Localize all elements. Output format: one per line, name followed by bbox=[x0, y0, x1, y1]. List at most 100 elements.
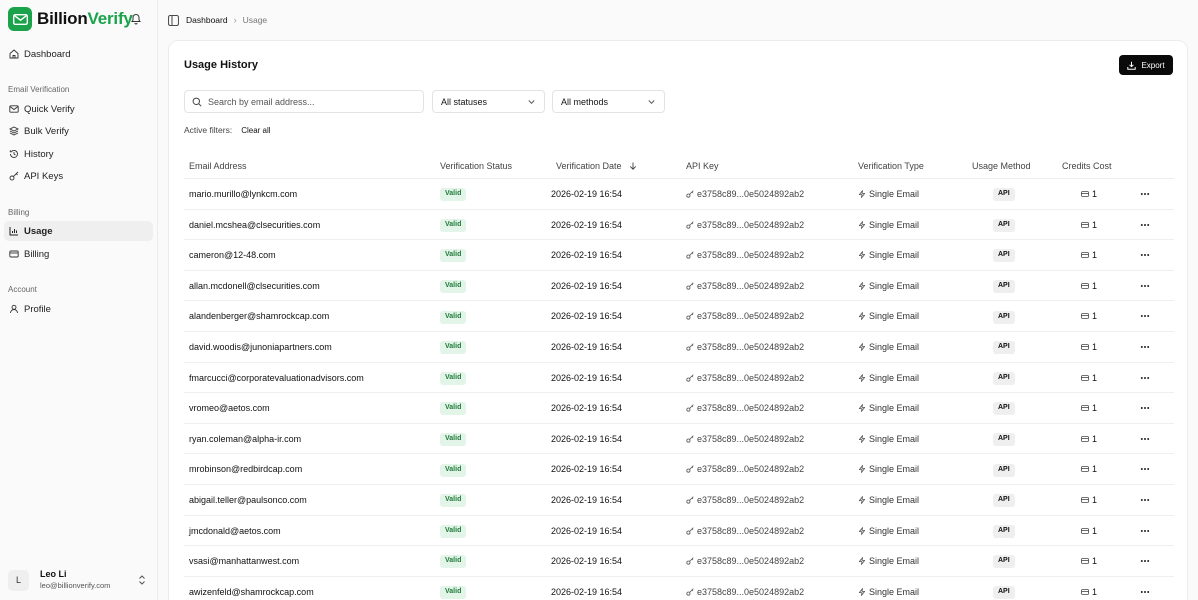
nav-section-account: Account bbox=[8, 285, 37, 294]
more-horizontal-icon[interactable] bbox=[1140, 464, 1150, 474]
credit-card-icon bbox=[1081, 405, 1089, 411]
status-cell: Valid bbox=[440, 332, 467, 362]
credits-value: 1 bbox=[1092, 556, 1098, 567]
table-row[interactable]: daniel.mcshea@clsecurities.com Valid 2026-… bbox=[184, 210, 1174, 241]
api-key-value: e3758c89...0e5024892ab2 bbox=[697, 189, 805, 199]
breadcrumb-dashboard[interactable]: Dashboard bbox=[186, 15, 228, 25]
more-horizontal-icon[interactable] bbox=[1140, 342, 1150, 352]
credit-card-icon bbox=[1081, 466, 1089, 473]
more-horizontal-icon[interactable] bbox=[1140, 434, 1150, 444]
api-key-cell: e3758c89...0e5024892ab2 bbox=[686, 363, 804, 393]
zap-icon bbox=[858, 526, 866, 535]
sidebar-item-history[interactable]: History bbox=[4, 144, 153, 164]
table-row[interactable]: mario.murillo@lynkcm.com Valid 2026-02-19 … bbox=[184, 179, 1174, 210]
table-row[interactable]: allan.mcdonell@clsecurities.com Valid 2026… bbox=[184, 271, 1174, 302]
api-key-cell: e3758c89...0e5024892ab2 bbox=[686, 546, 804, 576]
credits-cell: 1 bbox=[1081, 179, 1097, 209]
api-key-value: e3758c89...0e5024892ab2 bbox=[697, 342, 805, 352]
method-cell: API bbox=[993, 424, 1015, 454]
more-horizontal-icon[interactable] bbox=[1140, 373, 1150, 383]
status-cell: Valid bbox=[440, 393, 467, 423]
api-key-value: e3758c89...0e5024892ab2 bbox=[697, 372, 805, 383]
method-cell: API bbox=[993, 301, 1015, 331]
sidebar-item-label: Quick Verify bbox=[24, 103, 75, 115]
key-icon bbox=[686, 588, 694, 596]
table-row[interactable]: vsasi@manhattanwest.com Valid 2026-02-19 1… bbox=[184, 546, 1174, 577]
status-badge: Valid bbox=[440, 218, 467, 232]
type-cell: Single Email bbox=[858, 363, 919, 393]
column-header-date[interactable]: Verification Date bbox=[556, 154, 637, 178]
table-row[interactable]: awizenfeld@shamrockcap.com Valid 2026-02-1… bbox=[184, 577, 1174, 600]
chevron-right-icon: › bbox=[233, 15, 237, 25]
more-horizontal-icon[interactable] bbox=[1140, 220, 1150, 230]
status-badge: Valid bbox=[440, 188, 467, 202]
key-icon bbox=[686, 496, 694, 504]
column-header-key[interactable]: API Key bbox=[686, 154, 719, 178]
export-button[interactable]: Export bbox=[1119, 55, 1173, 75]
api-key-cell: e3758c89...0e5024892ab2 bbox=[686, 240, 804, 270]
type-value: Single Email bbox=[869, 403, 920, 414]
table-row[interactable]: jmcdonald@aetos.com Valid 2026-02-19 16:54… bbox=[184, 516, 1174, 547]
table-row[interactable]: fmarcucci@corporatevaluationadvisors.com… bbox=[184, 363, 1174, 394]
more-horizontal-icon[interactable] bbox=[1140, 250, 1150, 260]
sidebar-toggle-icon[interactable] bbox=[168, 14, 179, 26]
column-header-method[interactable]: Usage Method bbox=[972, 154, 1031, 178]
column-header-status[interactable]: Verification Status bbox=[440, 154, 512, 178]
sidebar-item-billing[interactable]: Billing bbox=[4, 244, 153, 264]
more-horizontal-icon[interactable] bbox=[1140, 189, 1150, 199]
credits-value: 1 bbox=[1092, 403, 1098, 414]
sidebar-item-usage[interactable]: Usage bbox=[4, 221, 153, 241]
sidebar-item-profile[interactable]: Profile bbox=[4, 299, 153, 319]
credit-card-icon bbox=[1081, 497, 1089, 503]
status-badge: Valid bbox=[440, 341, 467, 355]
table-row[interactable]: alandenberger@shamrockcap.com Valid 2026-0… bbox=[184, 301, 1174, 332]
date-cell: 2026-02-19 16:54 bbox=[551, 403, 623, 414]
date-cell: 2026-02-19 16:54 bbox=[551, 372, 623, 383]
more-horizontal-icon[interactable] bbox=[1140, 403, 1150, 413]
brand[interactable]: BillionVerify bbox=[8, 7, 133, 31]
table-row[interactable]: cameron@12-48.com Valid 2026-02-19 16:54 e3… bbox=[184, 240, 1174, 271]
sidebar-item-quick-verify[interactable]: Quick Verify bbox=[4, 99, 153, 119]
user-menu[interactable]: L Leo Li leo@billionverify.com bbox=[8, 566, 150, 594]
nav-section-billing: Billing bbox=[8, 208, 30, 217]
type-value: Single Email bbox=[869, 586, 920, 597]
sidebar-item-dashboard[interactable]: Dashboard bbox=[4, 44, 153, 64]
api-key-cell: e3758c89...0e5024892ab2 bbox=[686, 516, 804, 546]
method-cell: API bbox=[993, 546, 1015, 576]
credits-value: 1 bbox=[1092, 189, 1098, 199]
type-value: Single Email bbox=[869, 556, 920, 567]
status-filter-select[interactable]: All statuses bbox=[432, 90, 545, 113]
zap-icon bbox=[858, 557, 866, 566]
column-header-email[interactable]: Email Address bbox=[189, 154, 247, 178]
credits-cell: 1 bbox=[1081, 210, 1097, 240]
more-horizontal-icon[interactable] bbox=[1140, 311, 1150, 321]
more-horizontal-icon[interactable] bbox=[1140, 587, 1150, 597]
column-header-type[interactable]: Verification Type bbox=[858, 154, 924, 178]
more-horizontal-icon[interactable] bbox=[1140, 556, 1150, 566]
more-horizontal-icon[interactable] bbox=[1140, 495, 1150, 505]
credits-value: 1 bbox=[1092, 250, 1098, 261]
more-horizontal-icon[interactable] bbox=[1140, 526, 1150, 536]
email-cell: abigail.teller@paulsonco.com bbox=[189, 495, 307, 505]
layers-icon bbox=[9, 126, 19, 136]
table-row[interactable]: abigail.teller@paulsonco.com Valid 2026-02… bbox=[184, 485, 1174, 516]
more-horizontal-icon[interactable] bbox=[1140, 281, 1150, 291]
sidebar-item-bulk-verify[interactable]: Bulk Verify bbox=[4, 121, 153, 141]
search-input[interactable] bbox=[208, 96, 408, 107]
api-key-value: e3758c89...0e5024892ab2 bbox=[697, 556, 805, 567]
table-row[interactable]: david.woodis@junoniapartners.com Valid 202… bbox=[184, 332, 1174, 363]
method-filter-select[interactable]: All methods bbox=[552, 90, 665, 113]
clear-all-button[interactable]: Clear all bbox=[241, 126, 270, 135]
table-row[interactable]: vromeo@aetos.com Valid 2026-02-19 16:54 e37… bbox=[184, 393, 1174, 424]
bell-icon[interactable] bbox=[130, 12, 142, 25]
sidebar-item-label: API Keys bbox=[24, 170, 64, 182]
status-cell: Valid bbox=[440, 179, 467, 209]
column-header-cost[interactable]: Credits Cost bbox=[1062, 154, 1112, 178]
email-cell: cameron@12-48.com bbox=[189, 250, 276, 261]
status-cell: Valid bbox=[440, 301, 467, 331]
sidebar-item-api-keys[interactable]: API Keys bbox=[4, 166, 153, 186]
table-row[interactable]: ryan.coleman@alpha-ir.com Valid 2026-02-19… bbox=[184, 424, 1174, 455]
method-badge: API bbox=[993, 279, 1015, 293]
method-cell: API bbox=[993, 485, 1015, 515]
table-row[interactable]: mrobinson@redbirdcap.com Valid 2026-02-19 … bbox=[184, 454, 1174, 485]
